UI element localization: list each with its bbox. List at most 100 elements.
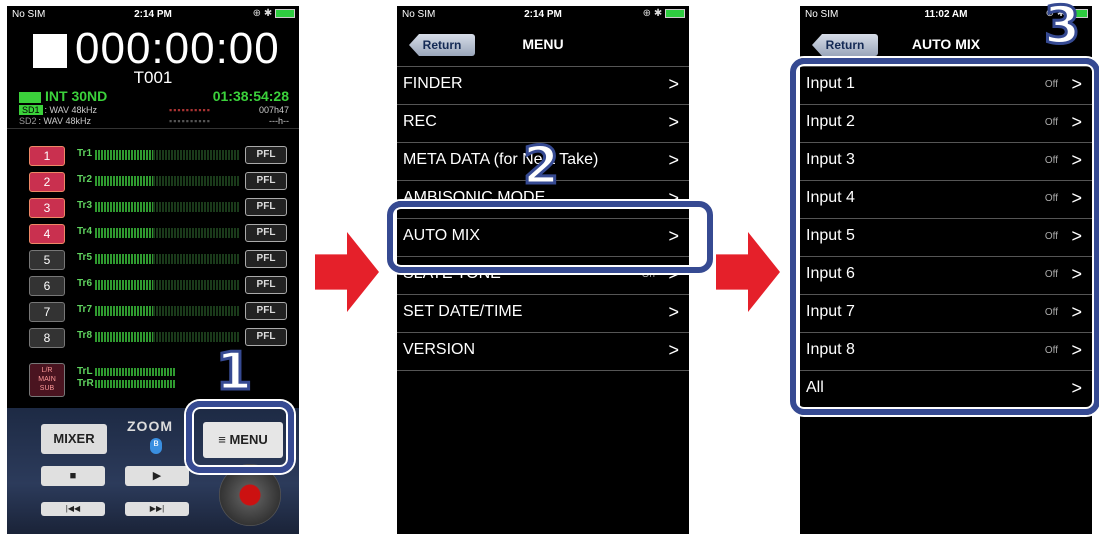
track-4-button[interactable]: 4 [29,224,65,244]
lr-track-names: TrL TrR [77,366,94,390]
status-bar: No SIM 2:14 PM ⊕ ✱ [7,6,299,24]
arrow-right-icon [315,232,379,312]
track-row: 1 Tr1 PFL [7,144,299,166]
track-7-button[interactable]: 7 [29,302,65,322]
record-button[interactable] [219,464,281,526]
track-5-button[interactable]: 5 [29,250,65,270]
nav-bar: Return MENU [397,24,689,64]
track-8-button[interactable]: 8 [29,328,65,348]
pfl-button[interactable]: PFL [245,224,287,242]
sd2-remaining: ---h-- [269,116,289,126]
menu-item-label: SET DATE/TIME [403,303,523,320]
step-number-3: 3 [1042,0,1081,56]
track-row: 4 Tr4 PFL [7,222,299,244]
level-meter [95,176,239,186]
pfl-button[interactable]: PFL [245,302,287,320]
sd1-track-cells: ▪▪▪▪▪▪▪▪▪▪ [169,105,211,115]
sd2-format: : WAV 48kHz [38,116,92,126]
sd2-line: SD2: WAV 48kHz ▪▪▪▪▪▪▪▪▪▪ ---h-- [19,116,289,126]
track-row: 8 Tr8 PFL [7,326,299,348]
chevron-right-icon: > [668,302,679,322]
play-button[interactable]: ▶ [125,466,189,486]
media-line: INT 30ND 01:38:54:28 [19,88,289,104]
menu-item-label: FINDER [403,75,463,92]
take-name: T001 [133,68,173,87]
auto-mix-highlight [387,201,713,273]
level-meter [95,280,239,290]
timecode-panel: 000:00:00 T001 INT 30ND 01:38:54:28 SD1:… [7,24,299,129]
level-meter [95,228,239,238]
track-r-name: TrR [77,378,94,389]
next-button[interactable]: ▶▶| [125,502,189,516]
sd1-line: SD1: WAV 48kHz ▪▪▪▪▪▪▪▪▪▪ 007h47 [19,105,289,115]
level-meter [95,332,239,342]
arrow-right-icon [716,232,780,312]
pfl-button[interactable]: PFL [245,172,287,190]
timecode-display: 000:00:00 [75,24,280,73]
track-name: Tr4 [77,226,93,237]
level-meter-l [95,368,175,376]
mixer-button[interactable]: MIXER [41,424,107,454]
step-number-1: 1 [214,342,253,402]
track-name: Tr7 [77,304,93,315]
level-meter [95,202,239,212]
menu-item-label: META DATA (for Next Take) [403,151,599,168]
track-l-name: TrL [77,366,93,377]
battery-icon: ⊕ ✱ [643,8,685,19]
pfl-button[interactable]: PFL [245,146,287,164]
track-name: Tr3 [77,200,93,211]
level-meter [95,254,239,264]
track-name: Tr6 [77,278,93,289]
track-row: 7 Tr7 PFL [7,300,299,322]
chevron-right-icon: > [668,74,679,94]
step-number-2: 2 [521,136,560,196]
stop-state-icon [33,34,67,68]
level-meter [95,150,239,160]
pfl-button[interactable]: PFL [245,198,287,216]
track-name: Tr5 [77,252,93,263]
track-name: Tr2 [77,174,93,185]
menu-item-label: VERSION [403,341,476,358]
menu-item-set-date-time[interactable]: SET DATE/TIME > [397,294,689,332]
sd1-label: SD1 [19,105,43,115]
lr-label: L/R [41,367,53,374]
track-name: Tr8 [77,330,93,341]
track-1-button[interactable]: 1 [29,146,65,166]
stop-button[interactable]: ■ [41,466,105,486]
menu-item-version[interactable]: VERSION > [397,332,689,371]
status-bar: No SIM 2:14 PM ⊕ ✱ [397,6,689,24]
battery-icon: ⊕ ✱ [253,8,295,19]
track-6-button[interactable]: 6 [29,276,65,296]
level-meter [95,306,239,316]
bluetooth-icon: ʙ [150,438,162,454]
chevron-right-icon: > [668,340,679,360]
pfl-button[interactable]: PFL [245,276,287,294]
remaining-time: 01:38:54:28 [212,88,289,104]
track-3-button[interactable]: 3 [29,198,65,218]
sd1-remaining: 007h47 [258,105,289,115]
pfl-button[interactable]: PFL [245,250,287,268]
power-icon [19,91,41,103]
sd2-track-cells: ▪▪▪▪▪▪▪▪▪▪ [169,116,211,126]
chevron-right-icon: > [668,150,679,170]
track-row: 6 Tr6 PFL [7,274,299,296]
media-name: INT 30ND [45,88,108,104]
menu-button-highlight [186,401,294,473]
previous-button[interactable]: |◀◀ [41,502,105,516]
track-row: 3 Tr3 PFL [7,196,299,218]
sd1-format: : WAV 48kHz [44,105,98,115]
track-2-button[interactable]: 2 [29,172,65,192]
lr-main-sub-button[interactable]: L/R MAIN SUB [29,363,65,397]
track-row: 5 Tr5 PFL [7,248,299,270]
sub-label: SUB [39,385,55,392]
level-meter-r [95,380,175,388]
track-row: 2 Tr2 PFL [7,170,299,192]
zoom-logo: ZOOM [127,418,173,434]
input-list-highlight [790,58,1099,415]
menu-item-label: REC [403,113,437,130]
menu-item-finder[interactable]: FINDER > [397,66,689,104]
page-title: MENU [522,36,564,52]
main-label: MAIN [38,376,56,383]
chevron-right-icon: > [668,112,679,132]
sd2-label: SD2 [19,116,37,126]
